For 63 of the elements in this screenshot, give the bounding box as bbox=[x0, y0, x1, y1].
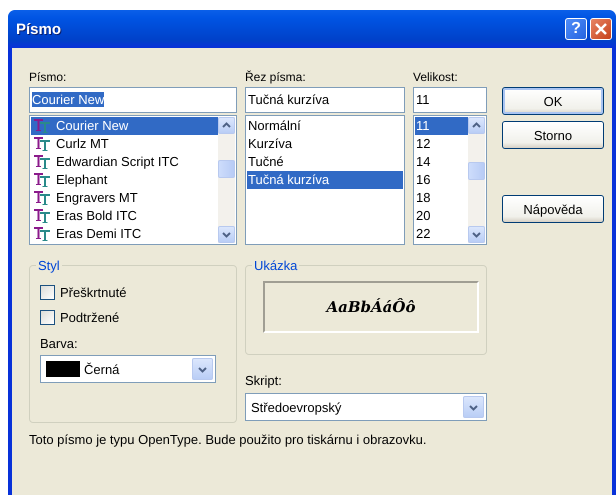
font-type-icon bbox=[34, 191, 50, 205]
font-style-list-item[interactable]: Normální bbox=[247, 117, 403, 135]
font-type-icon bbox=[34, 155, 50, 169]
font-list-item[interactable]: Elephant bbox=[31, 171, 218, 189]
scrollbar[interactable] bbox=[468, 117, 485, 243]
script-dropdown[interactable]: Středoevropský bbox=[245, 393, 487, 421]
font-style-list[interactable]: Normální Kurzíva Tučné Tučná kurzíva bbox=[245, 115, 405, 245]
font-list-item[interactable]: Engravers MT bbox=[31, 189, 218, 207]
font-list-item[interactable]: Eras Bold ITC bbox=[31, 207, 218, 225]
font-type-icon bbox=[34, 173, 50, 187]
scroll-up-button[interactable] bbox=[218, 117, 235, 134]
size-list-item[interactable]: 16 bbox=[415, 171, 468, 189]
color-label: Barva: bbox=[40, 336, 79, 351]
checkbox-label[interactable]: Podtržené bbox=[60, 310, 120, 325]
size-list-item[interactable]: 12 bbox=[415, 135, 468, 153]
size-list-item[interactable]: 22 bbox=[415, 225, 468, 243]
checkbox[interactable] bbox=[40, 285, 55, 300]
help-button[interactable]: Nápověda bbox=[502, 195, 604, 223]
size-label: Velikost: bbox=[413, 70, 459, 86]
font-type-icon bbox=[34, 119, 50, 133]
scroll-thumb[interactable] bbox=[218, 160, 235, 178]
font-list-item[interactable]: Curlz MT bbox=[31, 135, 218, 153]
font-type-icon bbox=[34, 227, 50, 241]
font-list-item[interactable]: Eras Demi ITC bbox=[31, 225, 218, 243]
font-label: Písmo: bbox=[29, 70, 68, 86]
scrollbar[interactable] bbox=[218, 117, 235, 243]
group-title: Styl bbox=[36, 258, 62, 273]
checkbox-label[interactable]: Přeškrtnuté bbox=[60, 285, 126, 300]
scroll-up-button[interactable] bbox=[468, 117, 485, 134]
font-style-list-item[interactable]: Kurzíva bbox=[247, 135, 403, 153]
font-type-icon bbox=[34, 137, 50, 151]
scroll-thumb[interactable] bbox=[468, 162, 485, 180]
color-dropdown[interactable]: Černá bbox=[40, 355, 216, 383]
font-field[interactable]: Courier New bbox=[29, 87, 237, 113]
window-title: Písmo bbox=[16, 20, 62, 38]
checkbox[interactable] bbox=[40, 310, 55, 325]
font-style-label: Řez písma: bbox=[245, 70, 307, 86]
ok-button[interactable]: OK bbox=[502, 87, 604, 115]
font-list[interactable]: Courier New Curlz MT Edwardian Script ITC Elephant Engravers MT Eras Bold ITC Eras Demi ITC bbox=[29, 115, 237, 245]
size-list-item[interactable]: 18 bbox=[415, 189, 468, 207]
font-list-item[interactable]: Courier New bbox=[31, 117, 218, 135]
font-style-field[interactable]: Tučná kurzíva bbox=[245, 87, 405, 113]
dropdown-arrow-button[interactable] bbox=[192, 358, 213, 380]
script-label: Skript: bbox=[245, 373, 283, 388]
dropdown-arrow-button[interactable] bbox=[463, 396, 484, 418]
size-list-item[interactable]: 20 bbox=[415, 207, 468, 225]
font-list-item[interactable]: Edwardian Script ITC bbox=[31, 153, 218, 171]
group-title: Ukázka bbox=[252, 258, 300, 273]
close-button[interactable] bbox=[590, 18, 612, 40]
size-list-item[interactable]: 11 bbox=[415, 117, 468, 135]
font-type-icon bbox=[34, 209, 50, 223]
sample-preview: AaBbÁáÔô bbox=[263, 281, 479, 333]
size-field[interactable]: 11 bbox=[413, 87, 487, 113]
description-text: Toto písmo je typu OpenType. Bude použito pro tiskárnu i obrazovku. bbox=[29, 432, 428, 447]
font-style-list-item[interactable]: Tučné bbox=[247, 153, 403, 171]
size-list[interactable]: 11 12 14 16 18 20 22 bbox=[413, 115, 487, 245]
close-icon bbox=[595, 23, 607, 35]
size-list-item[interactable]: 14 bbox=[415, 153, 468, 171]
scroll-down-button[interactable] bbox=[218, 226, 235, 243]
font-style-list-item[interactable]: Tučná kurzíva bbox=[247, 171, 403, 189]
cancel-button[interactable]: Storno bbox=[502, 121, 604, 149]
scroll-down-button[interactable] bbox=[468, 226, 485, 243]
help-button[interactable]: ? bbox=[565, 18, 587, 40]
